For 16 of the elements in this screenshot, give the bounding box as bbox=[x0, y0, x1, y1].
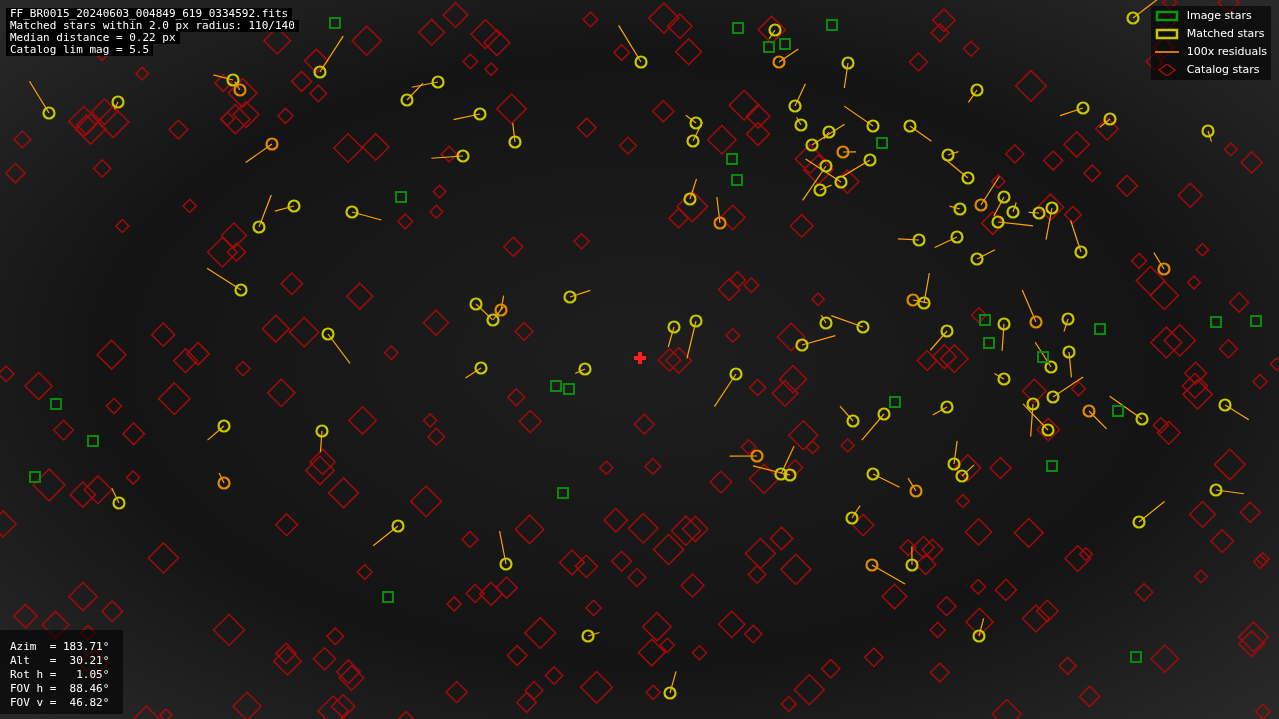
image-star-marker-icon bbox=[1154, 10, 1179, 22]
legend-label: 100x residuals bbox=[1186, 43, 1267, 60]
legend-label: Matched stars bbox=[1186, 25, 1265, 42]
info-text: Median distance = 0.22 px bbox=[6, 32, 180, 44]
pointing-value: Azim = 183.71° bbox=[10, 640, 110, 654]
cross-icon bbox=[634, 352, 646, 364]
info-text: FF_BR0015_20240603_004849_619_0334592.fits bbox=[6, 8, 293, 20]
legend-label: Image stars bbox=[1186, 7, 1252, 24]
legend-label: Catalog stars bbox=[1186, 61, 1260, 78]
pointing-value: Alt = 30.21° bbox=[10, 654, 110, 668]
pointing-value: FOV h = 88.46° bbox=[10, 682, 110, 696]
pointing-value: FOV v = 46.82° bbox=[10, 696, 110, 710]
info-text: Catalog lim mag = 5.5 bbox=[6, 44, 154, 56]
matched-star-marker-icon bbox=[1154, 28, 1179, 40]
pointing-value: Rot h = 1.05° bbox=[10, 668, 110, 682]
info-text: Matched stars within 2.0 px radius: 110/140 bbox=[6, 20, 299, 32]
